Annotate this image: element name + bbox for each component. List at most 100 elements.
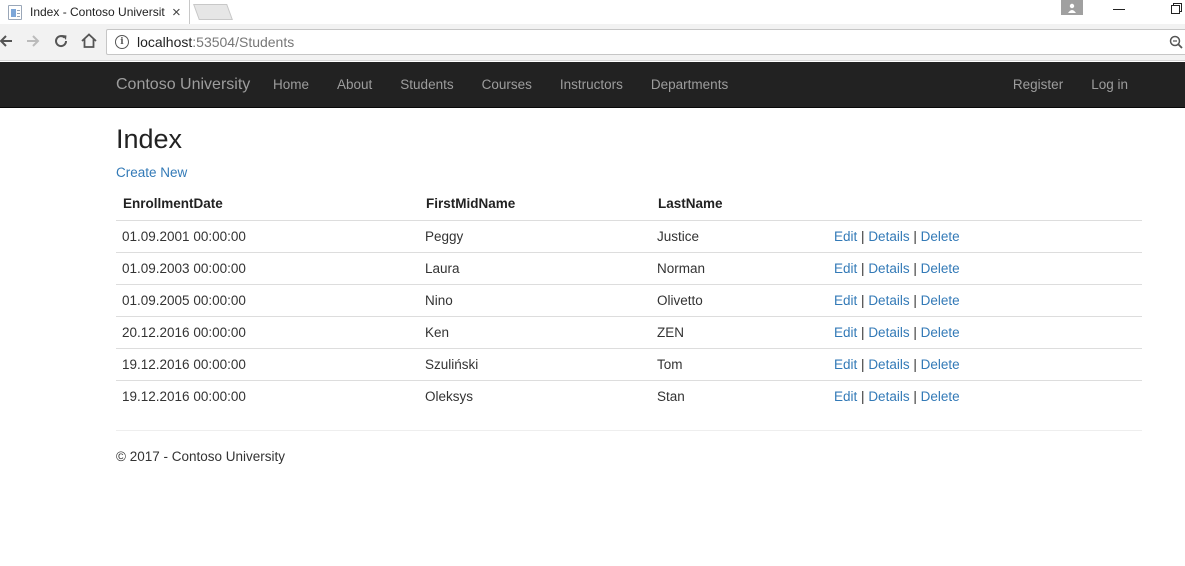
cell-actions: Edit | Details | Delete [828,347,1142,380]
cell-actions: Edit | Details | Delete [828,220,1142,252]
home-icon[interactable] [79,32,99,52]
profile-icon[interactable] [1061,0,1083,15]
browser-toolbar: i localhost:53504/Students [0,24,1185,61]
forward-arrow-icon[interactable] [23,32,43,52]
action-separator: | [861,228,865,244]
details-link[interactable]: Details [868,325,909,340]
brand-link[interactable]: Contoso University [116,62,250,108]
action-separator: | [913,356,917,372]
cell-last-name: Tom [651,347,828,380]
nav-courses[interactable]: Courses [468,62,546,108]
cell-last-name: ZEN [651,315,828,348]
browser-tab[interactable]: Index - Contoso Universit × [0,0,190,24]
site-info-icon[interactable]: i [115,35,129,49]
details-link[interactable]: Details [868,261,909,276]
restore-window-icon[interactable] [1171,3,1182,14]
tab-title: Index - Contoso Universit [30,5,165,19]
table-row: 01.09.2005 00:00:00 Nino Olivetto Edit |… [116,283,1142,316]
table-row: 01.09.2003 00:00:00 Laura Norman Edit | … [116,251,1142,284]
nav-home[interactable]: Home [259,62,323,108]
header-first-mid-name: FirstMidName [419,188,651,221]
cell-last-name: Stan [651,379,828,412]
delete-link[interactable]: Delete [921,357,960,372]
cell-first-name: Oleksys [419,379,651,412]
edit-link[interactable]: Edit [834,229,857,244]
main-content: Index Create New EnrollmentDate FirstMid… [116,108,1142,412]
action-separator: | [913,260,917,276]
cell-first-name: Ken [419,315,651,348]
edit-link[interactable]: Edit [834,293,857,308]
cell-enrollment-date: 01.09.2003 00:00:00 [116,251,419,284]
cell-last-name: Norman [651,251,828,284]
cell-actions: Edit | Details | Delete [828,315,1142,348]
header-last-name: LastName [651,188,828,221]
page-favicon-icon [8,4,22,20]
cell-first-name: Laura [419,251,651,284]
action-separator: | [861,292,865,308]
cell-actions: Edit | Details | Delete [828,379,1142,412]
cell-enrollment-date: 01.09.2001 00:00:00 [122,228,246,244]
back-arrow-icon[interactable] [0,32,16,52]
details-link[interactable]: Details [868,229,909,244]
nav-about[interactable]: About [323,62,386,108]
header-enrollment-date: EnrollmentDate [116,188,419,221]
table-row: 19.12.2016 00:00:00 Szuliński Tom Edit |… [116,347,1142,380]
delete-link[interactable]: Delete [921,293,960,308]
reload-icon[interactable] [51,32,71,52]
cell-enrollment-date: 19.12.2016 00:00:00 [116,379,419,412]
url-path: :53504/Students [192,34,295,50]
action-separator: | [913,228,917,244]
nav-departments[interactable]: Departments [637,62,742,108]
nav-students[interactable]: Students [386,62,467,108]
delete-link[interactable]: Delete [921,389,960,404]
details-link[interactable]: Details [868,357,909,372]
address-bar[interactable]: i localhost:53504/Students [106,29,1185,55]
browser-tabstrip: Index - Contoso Universit × [0,0,1185,24]
cell-first-name: Nino [419,283,651,316]
new-tab-button[interactable] [193,4,233,20]
delete-link[interactable]: Delete [921,261,960,276]
cell-first-name: Szuliński [419,347,651,380]
details-link[interactable]: Details [868,293,909,308]
delete-link[interactable]: Delete [921,325,960,340]
page-title: Index [116,124,183,154]
site-navbar: Contoso University Home About Students C… [0,62,1185,108]
cell-actions: Edit | Details | Delete [828,251,1142,284]
nav-account-links: Register Log in [999,62,1142,108]
header-actions [828,188,1142,221]
edit-link[interactable]: Edit [834,325,857,340]
minimize-window-icon[interactable] [1113,9,1125,10]
cell-first-name: Peggy [425,228,464,244]
table-header-row: EnrollmentDate FirstMidName LastName [116,188,1142,221]
url-host: localhost [137,34,193,50]
register-link[interactable]: Register [999,62,1077,108]
login-link[interactable]: Log in [1077,62,1142,108]
action-separator: | [913,324,917,340]
delete-link[interactable]: Delete [921,229,960,244]
tab-close-icon[interactable]: × [172,5,181,20]
table-row: 20.12.2016 00:00:00 Ken ZEN Edit | Detai… [116,315,1142,348]
cell-enrollment-date: 20.12.2016 00:00:00 [116,315,419,348]
cell-enrollment-date: 01.09.2005 00:00:00 [116,283,419,316]
table-row: 01.09.2001 00:00:00 Peggy Justice Edit |… [116,220,1142,252]
action-separator: | [861,324,865,340]
table-row: 19.12.2016 00:00:00 Oleksys Stan Edit | … [116,379,1142,412]
edit-link[interactable]: Edit [834,357,857,372]
edit-link[interactable]: Edit [834,389,857,404]
action-separator: | [861,356,865,372]
nav-instructors[interactable]: Instructors [546,62,637,108]
action-separator: | [913,292,917,308]
action-separator: | [861,260,865,276]
action-separator: | [861,388,865,404]
create-new-link[interactable]: Create New [116,164,1142,182]
students-table: EnrollmentDate FirstMidName LastName 01.… [116,188,1142,412]
cell-actions: Edit | Details | Delete [828,283,1142,316]
footer-copyright: © 2017 - Contoso University [116,449,286,464]
action-separator: | [913,388,917,404]
cell-enrollment-date: 19.12.2016 00:00:00 [116,347,419,380]
zoom-icon[interactable] [1169,35,1183,49]
details-link[interactable]: Details [868,389,909,404]
cell-last-name: Justice [657,228,700,244]
nav-links: Home About Students Courses Instructors … [259,62,742,108]
edit-link[interactable]: Edit [834,261,857,276]
